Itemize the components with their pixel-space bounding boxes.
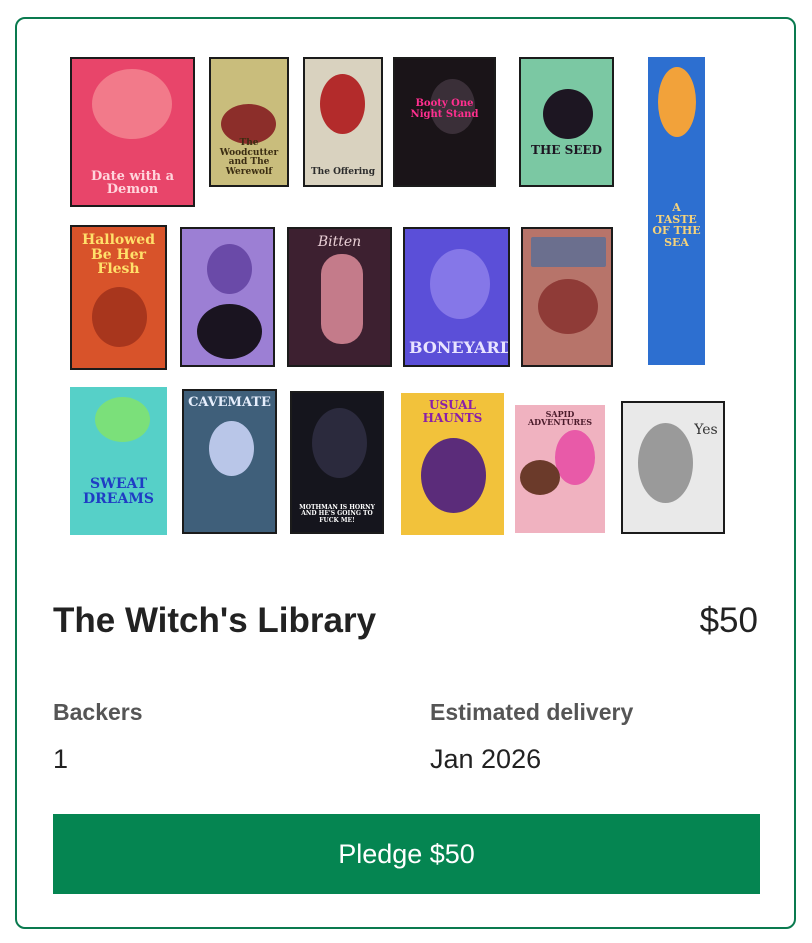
- reward-price: $50: [699, 601, 758, 640]
- reward-collage-image: Date with a Demon The Woodcutter and The…: [37, 29, 777, 544]
- estimated-delivery-value: Jan 2026: [430, 744, 542, 774]
- cover-taste-of-the-sea: A TASTE OF THE SEA: [648, 57, 705, 365]
- cover-hallowed-be-her-flesh: Hallowed Be Her Flesh: [70, 225, 167, 370]
- cover-panels: [521, 227, 613, 367]
- cover-booty-one-night-stand: Booty One Night Stand: [393, 57, 496, 187]
- cover-sapid-adventures: SAPID ADVENTURES: [515, 405, 605, 533]
- cover-bitten: Bitten: [287, 227, 392, 367]
- cover-sweat-dreams: SWEAT DREAMS: [70, 387, 167, 535]
- cover-usual-haunts: USUAL HAUNTS: [401, 393, 504, 535]
- reward-card[interactable]: Date with a Demon The Woodcutter and The…: [15, 17, 796, 929]
- cover-woodcutter: The Woodcutter and The Werewolf: [209, 57, 289, 187]
- cover-the-seed: THE SEED: [519, 57, 614, 187]
- backers-label: Backers: [53, 699, 143, 725]
- cover-crystal-ball: [180, 227, 275, 367]
- reward-title: The Witch's Library: [53, 601, 377, 640]
- cover-yes: Yes: [621, 401, 725, 534]
- pledge-button[interactable]: Pledge $50: [53, 814, 760, 894]
- cover-mothman: MOTHMAN IS HORNY AND HE'S GOING TO FUCK …: [290, 391, 384, 534]
- cover-boneyard: BONEYARD: [403, 227, 510, 367]
- cover-cavemate: CAVEMATE: [182, 389, 277, 534]
- estimated-delivery-label: Estimated delivery: [430, 699, 634, 725]
- cover-offering: The Offering: [303, 57, 383, 187]
- cover-date-with-a-demon: Date with a Demon: [70, 57, 195, 207]
- backers-value: 1: [53, 744, 69, 774]
